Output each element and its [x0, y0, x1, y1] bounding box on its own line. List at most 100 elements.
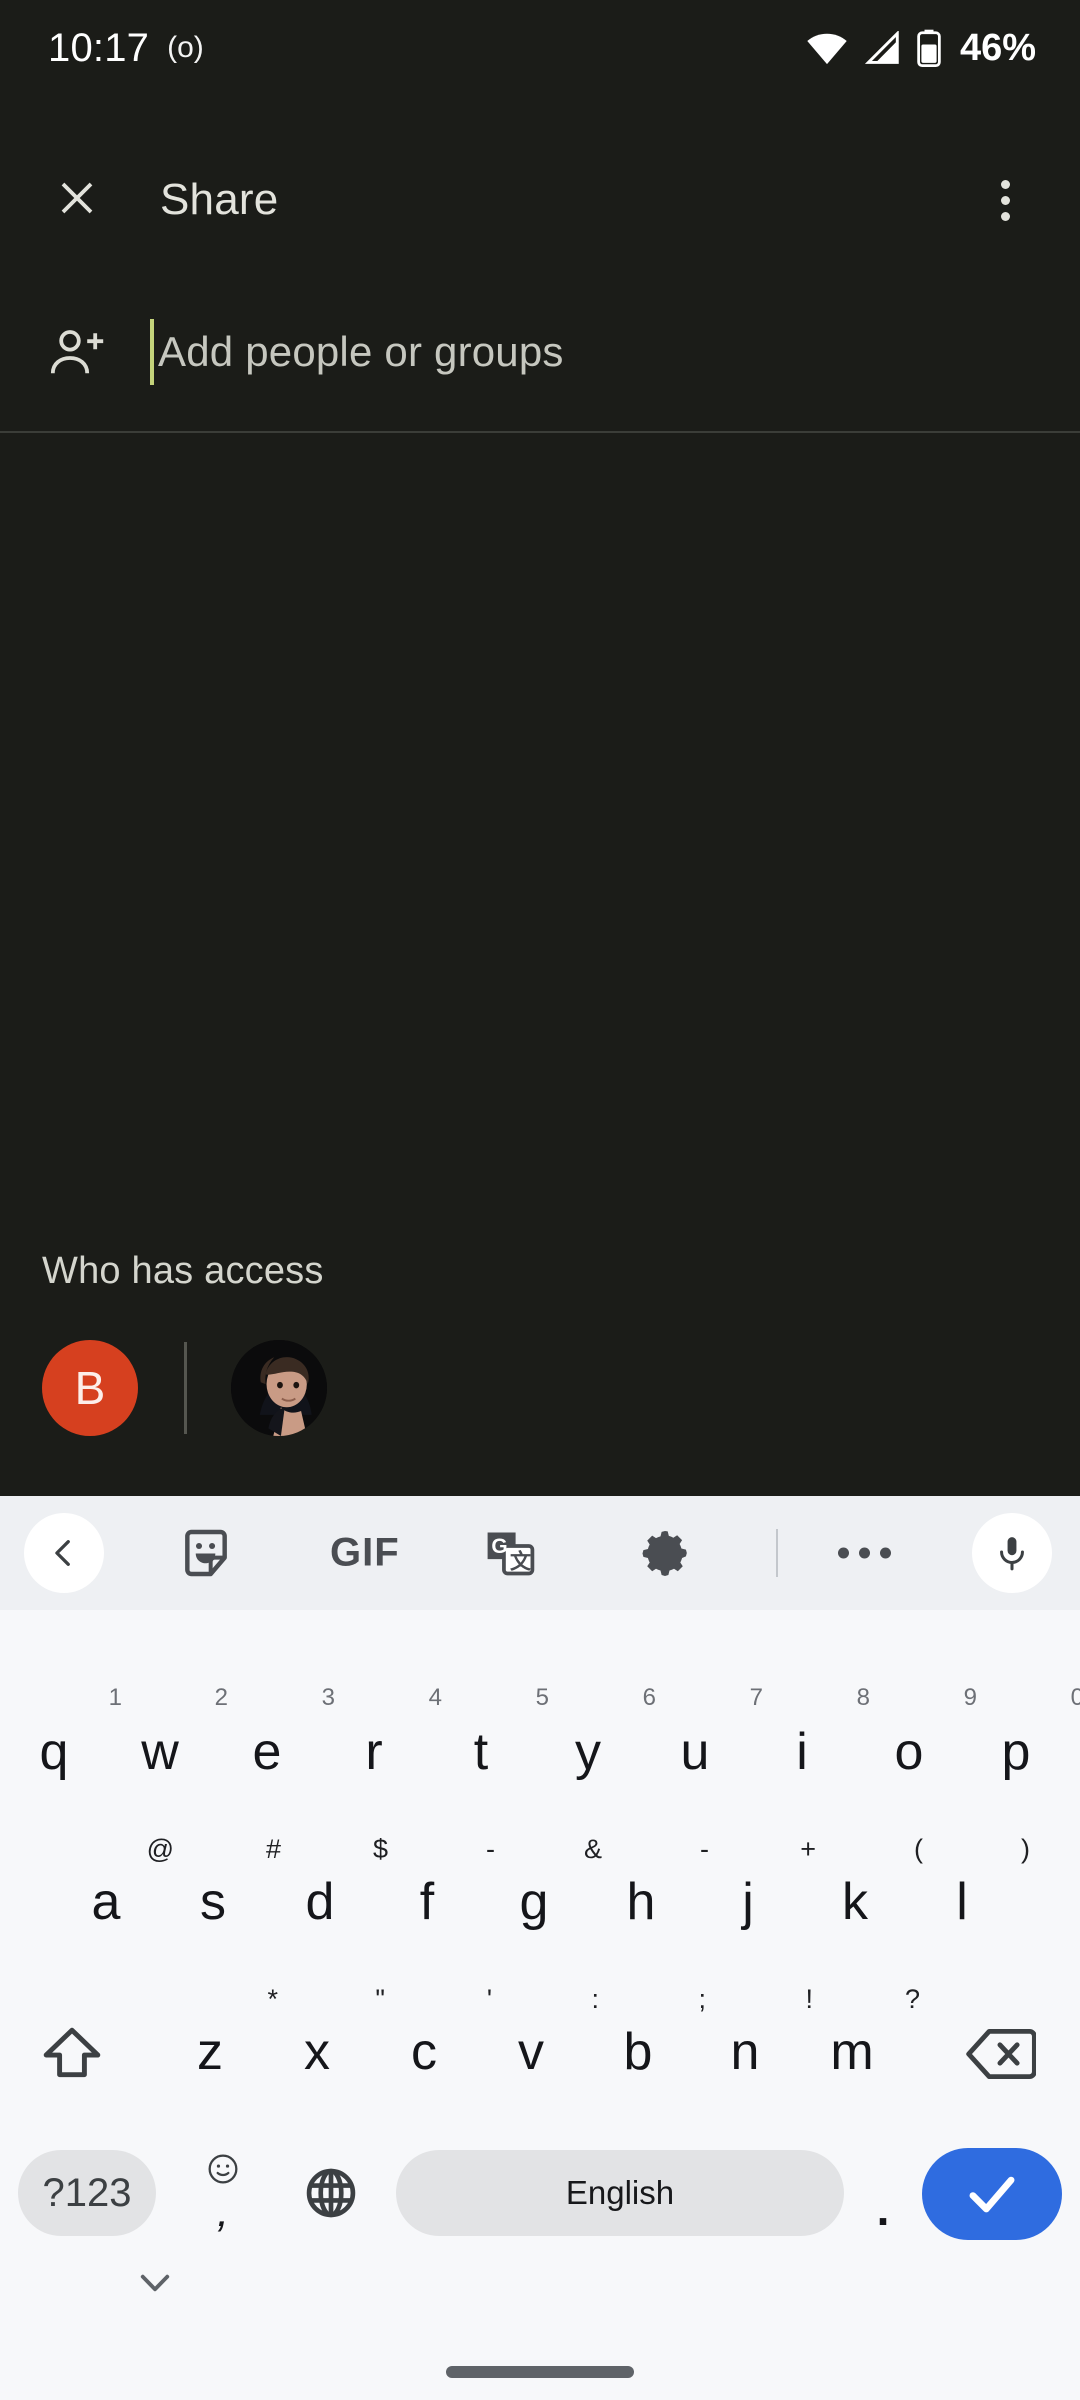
key-label: e: [252, 1723, 282, 1781]
translate-button[interactable]: G 文: [482, 1525, 538, 1581]
svg-text:G: G: [491, 1535, 507, 1558]
emoji-icon: [207, 2153, 239, 2190]
enter-key[interactable]: [922, 2148, 1062, 2240]
key-w[interactable]: w 2: [118, 1684, 228, 1794]
key-superscript: @: [146, 1834, 174, 1864]
key-u[interactable]: u 7: [653, 1684, 763, 1794]
key-y[interactable]: y 6: [546, 1684, 656, 1794]
gif-button[interactable]: GIF: [330, 1531, 400, 1576]
space-key[interactable]: English: [396, 2150, 844, 2236]
backspace-icon: [966, 2028, 1036, 2080]
access-avatar-row: B: [42, 1340, 327, 1436]
key-label: s: [200, 1873, 226, 1931]
key-r[interactable]: r 4: [332, 1684, 442, 1794]
settings-gear-icon: [642, 1530, 687, 1576]
key-superscript: ?: [904, 1984, 920, 2014]
key-x[interactable]: x ": [275, 1984, 385, 2094]
symbols-key[interactable]: ?123: [18, 2150, 156, 2236]
overflow-menu-button[interactable]: [974, 169, 1036, 231]
key-l[interactable]: l ): [920, 1834, 1030, 1944]
keyboard-settings-button[interactable]: [638, 1526, 692, 1580]
key-h[interactable]: h -: [599, 1834, 709, 1944]
key-superscript: 6: [642, 1684, 656, 1711]
key-superscript: 4: [428, 1684, 442, 1711]
key-v[interactable]: v :: [489, 1984, 599, 2094]
key-e[interactable]: e 3: [225, 1684, 335, 1794]
language-switch-key[interactable]: [288, 2150, 374, 2236]
more-vertical-icon-dot: [1000, 211, 1010, 221]
key-p[interactable]: p 0: [974, 1684, 1080, 1794]
sticker-icon: [185, 1529, 227, 1577]
keyboard: GIF G 文 q 1 w 2 e 3 r 4 t 5 y 6 u 7 i 8 …: [0, 1496, 1080, 2400]
battery-icon: [916, 29, 942, 67]
key-o[interactable]: o 9: [867, 1684, 977, 1794]
voice-input-button[interactable]: [972, 1513, 1052, 1593]
key-label: r: [365, 1723, 383, 1781]
key-superscript: 8: [856, 1684, 870, 1711]
keyboard-back-button[interactable]: [24, 1513, 104, 1593]
back-chevron-icon: [55, 1540, 70, 1566]
key-label: w: [141, 1723, 179, 1781]
sticker-button[interactable]: [178, 1525, 234, 1581]
key-z[interactable]: z *: [168, 1984, 278, 2094]
add-people-row[interactable]: Add people or groups: [0, 272, 1080, 432]
key-q[interactable]: q 1: [12, 1684, 122, 1794]
key-n[interactable]: n !: [703, 1984, 813, 2094]
keyboard-footer: [0, 2230, 1080, 2400]
key-j[interactable]: j +: [706, 1834, 816, 1944]
key-superscript: 9: [963, 1684, 977, 1711]
key-label: a: [91, 1873, 121, 1931]
key-m[interactable]: m ?: [810, 1984, 920, 2094]
key-c[interactable]: c ': [382, 1984, 492, 2094]
key-label: i: [796, 1723, 808, 1781]
add-people-input[interactable]: Add people or groups: [150, 309, 564, 395]
key-superscript: 5: [535, 1684, 549, 1711]
more-vertical-icon-dot: [1000, 195, 1010, 205]
key-d[interactable]: d $: [278, 1834, 388, 1944]
backspace-key[interactable]: [946, 2010, 1056, 2098]
gif-icon: GIF: [330, 1530, 400, 1575]
space-key-label: English: [565, 2174, 675, 2211]
close-icon: [53, 174, 101, 227]
status-clock: 10:17: [48, 26, 150, 70]
more-options-button[interactable]: [838, 1547, 891, 1559]
key-superscript: 0: [1070, 1684, 1080, 1711]
key-i[interactable]: i 8: [760, 1684, 870, 1794]
app-bar: Share: [0, 140, 1080, 260]
globe-icon: [306, 2168, 356, 2218]
battery-percent: 46%: [959, 26, 1036, 69]
key-label: g: [519, 1873, 549, 1931]
share-body: [0, 433, 1080, 1496]
key-label: y: [575, 1723, 601, 1781]
key-a[interactable]: a @: [64, 1834, 174, 1944]
key-label: l: [956, 1873, 968, 1931]
text-caret: [150, 319, 154, 385]
person-add-icon: [40, 326, 116, 378]
status-bar-right: 46%: [806, 27, 1036, 70]
key-b[interactable]: b ;: [596, 1984, 706, 2094]
home-gesture-bar[interactable]: [446, 2366, 634, 2378]
key-t[interactable]: t 5: [439, 1684, 549, 1794]
close-button[interactable]: [46, 169, 108, 231]
shift-key[interactable]: [22, 2010, 122, 2098]
key-k[interactable]: k (: [813, 1834, 923, 1944]
avatar-initial[interactable]: B: [42, 1340, 138, 1436]
key-label: t: [473, 1723, 489, 1781]
key-label: b: [623, 2023, 653, 2081]
chevron-down-icon: [140, 2274, 170, 2292]
period-key-label: .: [876, 2183, 890, 2235]
period-key[interactable]: .: [848, 2182, 918, 2236]
keyboard-toolbar: GIF G 文: [0, 1496, 1080, 1610]
key-label: d: [305, 1873, 335, 1931]
more-vertical-icon-dot: [1000, 179, 1010, 189]
status-bar: 10:17 (o) 46%: [0, 0, 1080, 96]
key-f[interactable]: f -: [385, 1834, 495, 1944]
hide-keyboard-button[interactable]: [134, 2268, 176, 2303]
emoji-comma-key[interactable]: ,: [180, 2150, 266, 2236]
toolbar-divider: [776, 1529, 778, 1577]
key-g[interactable]: g &: [492, 1834, 602, 1944]
key-s[interactable]: s #: [171, 1834, 281, 1944]
who-has-access-title: Who has access: [42, 1250, 324, 1292]
avatar-photo[interactable]: [231, 1340, 327, 1436]
key-superscript: 1: [108, 1684, 122, 1711]
